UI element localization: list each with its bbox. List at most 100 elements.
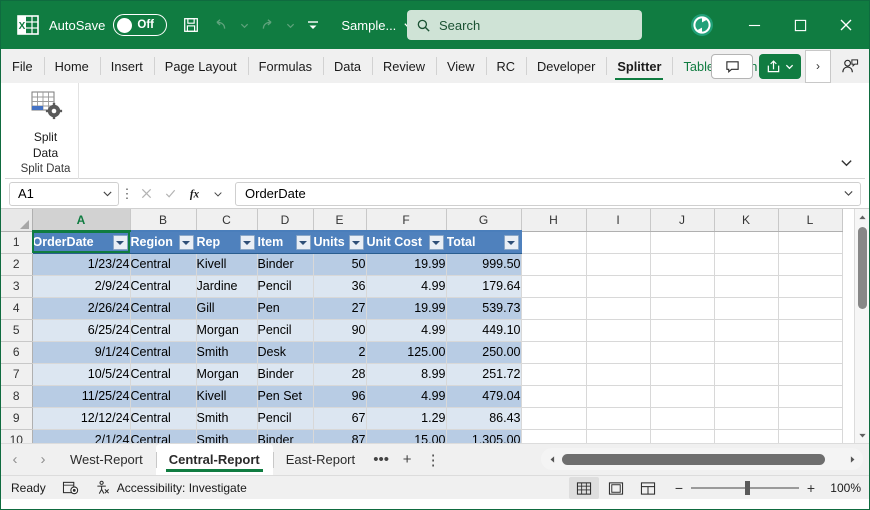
column-header-a[interactable]: A [32,209,131,232]
sheet-options-button[interactable]: ⋮ [420,447,446,473]
ribbon-overflow-button[interactable]: › [805,49,831,83]
next-sheet-button[interactable]: › [29,447,57,473]
empty-cell[interactable] [521,341,587,364]
zoom-slider[interactable] [691,481,799,495]
horizontal-scrollbar[interactable] [541,448,863,470]
data-cell[interactable]: 1.29 [366,407,447,430]
empty-cell[interactable] [778,429,843,443]
empty-cell[interactable] [714,341,779,364]
formula-input[interactable]: OrderDate [235,181,861,206]
data-cell[interactable]: Pencil [257,319,314,342]
data-cell[interactable]: Pencil [257,275,314,298]
name-box[interactable]: A1 [9,181,119,206]
data-cell[interactable]: 251.72 [446,363,522,386]
empty-cell[interactable] [714,385,779,408]
column-header-d[interactable]: D [257,209,314,232]
share-people-icon[interactable] [831,50,867,83]
empty-cell[interactable] [650,363,715,386]
empty-cell[interactable] [778,231,843,254]
previous-sheet-button[interactable]: ‹ [1,447,29,473]
undo-dropdown-chevron-down-icon[interactable] [237,11,251,39]
empty-cell[interactable] [650,407,715,430]
empty-cell[interactable] [650,275,715,298]
empty-cell[interactable] [521,385,587,408]
row-header-4[interactable]: 4 [1,297,33,320]
column-header-i[interactable]: I [586,209,651,232]
filter-dropdown-icon[interactable] [112,235,128,250]
data-cell[interactable]: 28 [313,363,367,386]
formula-bar-options-button[interactable]: ⋮ [119,186,135,202]
function-chevron-down-icon[interactable] [207,182,229,206]
close-button[interactable] [823,1,869,49]
refresh-sync-icon[interactable] [687,10,717,40]
tab-rc[interactable]: RC [485,49,526,83]
empty-cell[interactable] [714,231,779,254]
data-cell[interactable]: 19.99 [366,297,447,320]
zoom-out-button[interactable]: − [673,480,685,496]
vertical-scrollbar-thumb[interactable] [857,227,867,309]
empty-cell[interactable] [714,253,779,276]
data-cell[interactable]: 27 [313,297,367,320]
row-header-2[interactable]: 2 [1,253,33,276]
filter-dropdown-icon[interactable] [295,235,311,250]
data-cell[interactable]: Binder [257,429,314,443]
data-cell[interactable]: Central [130,363,197,386]
data-cell[interactable]: 19.99 [366,253,447,276]
column-header-g[interactable]: G [446,209,522,232]
empty-cell[interactable] [521,429,587,443]
empty-cell[interactable] [521,319,587,342]
filter-dropdown-icon[interactable] [503,235,519,250]
column-header-f[interactable]: F [366,209,447,232]
minimize-button[interactable] [731,1,777,49]
data-cell[interactable]: 539.73 [446,297,522,320]
save-icon[interactable] [177,11,205,39]
maximize-button[interactable] [777,1,823,49]
empty-cell[interactable] [521,407,587,430]
empty-cell[interactable] [714,363,779,386]
empty-cell[interactable] [714,407,779,430]
tab-data[interactable]: Data [323,49,372,83]
empty-cell[interactable] [778,253,843,276]
data-cell[interactable]: Kivell [196,385,258,408]
empty-cell[interactable] [521,297,587,320]
autosave-toggle[interactable]: Off [113,14,168,36]
data-cell[interactable]: 1,305.00 [446,429,522,443]
row-header-8[interactable]: 8 [1,385,33,408]
empty-cell[interactable] [650,385,715,408]
data-cell[interactable]: Pen [257,297,314,320]
column-header-l[interactable]: L [778,209,843,232]
data-cell[interactable]: Binder [257,253,314,276]
empty-cell[interactable] [650,253,715,276]
data-cell[interactable]: Pencil [257,407,314,430]
data-cell[interactable]: 11/25/24 [32,385,131,408]
data-cell[interactable]: Central [130,407,197,430]
data-cell[interactable]: 12/12/24 [32,407,131,430]
table-header-cell[interactable]: OrderDate [32,231,131,254]
table-header-cell[interactable]: Rep [196,231,258,254]
redo-icon[interactable] [253,11,281,39]
vertical-scrollbar[interactable] [854,209,869,443]
column-header-c[interactable]: C [196,209,258,232]
data-cell[interactable]: 67 [313,407,367,430]
data-cell[interactable]: Central [130,385,197,408]
data-cell[interactable]: 36 [313,275,367,298]
scroll-left-arrow-icon[interactable] [545,455,559,464]
scroll-down-arrow-icon[interactable] [855,427,870,443]
column-header-e[interactable]: E [313,209,367,232]
table-header-cell[interactable]: Total [446,231,522,254]
data-cell[interactable]: 479.04 [446,385,522,408]
data-cell[interactable]: Binder [257,363,314,386]
zoom-level-label[interactable]: 100% [823,481,861,495]
filter-dropdown-icon[interactable] [428,235,444,250]
tab-page-layout[interactable]: Page Layout [153,49,248,83]
data-cell[interactable]: Central [130,253,197,276]
data-cell[interactable]: Pen Set [257,385,314,408]
normal-view-button[interactable] [569,477,599,499]
empty-cell[interactable] [650,297,715,320]
row-header-1[interactable]: 1 [1,231,33,254]
column-header-h[interactable]: H [521,209,587,232]
empty-cell[interactable] [650,429,715,443]
data-cell[interactable]: Central [130,429,197,443]
tab-file[interactable]: File [1,49,44,83]
data-cell[interactable]: Smith [196,429,258,443]
